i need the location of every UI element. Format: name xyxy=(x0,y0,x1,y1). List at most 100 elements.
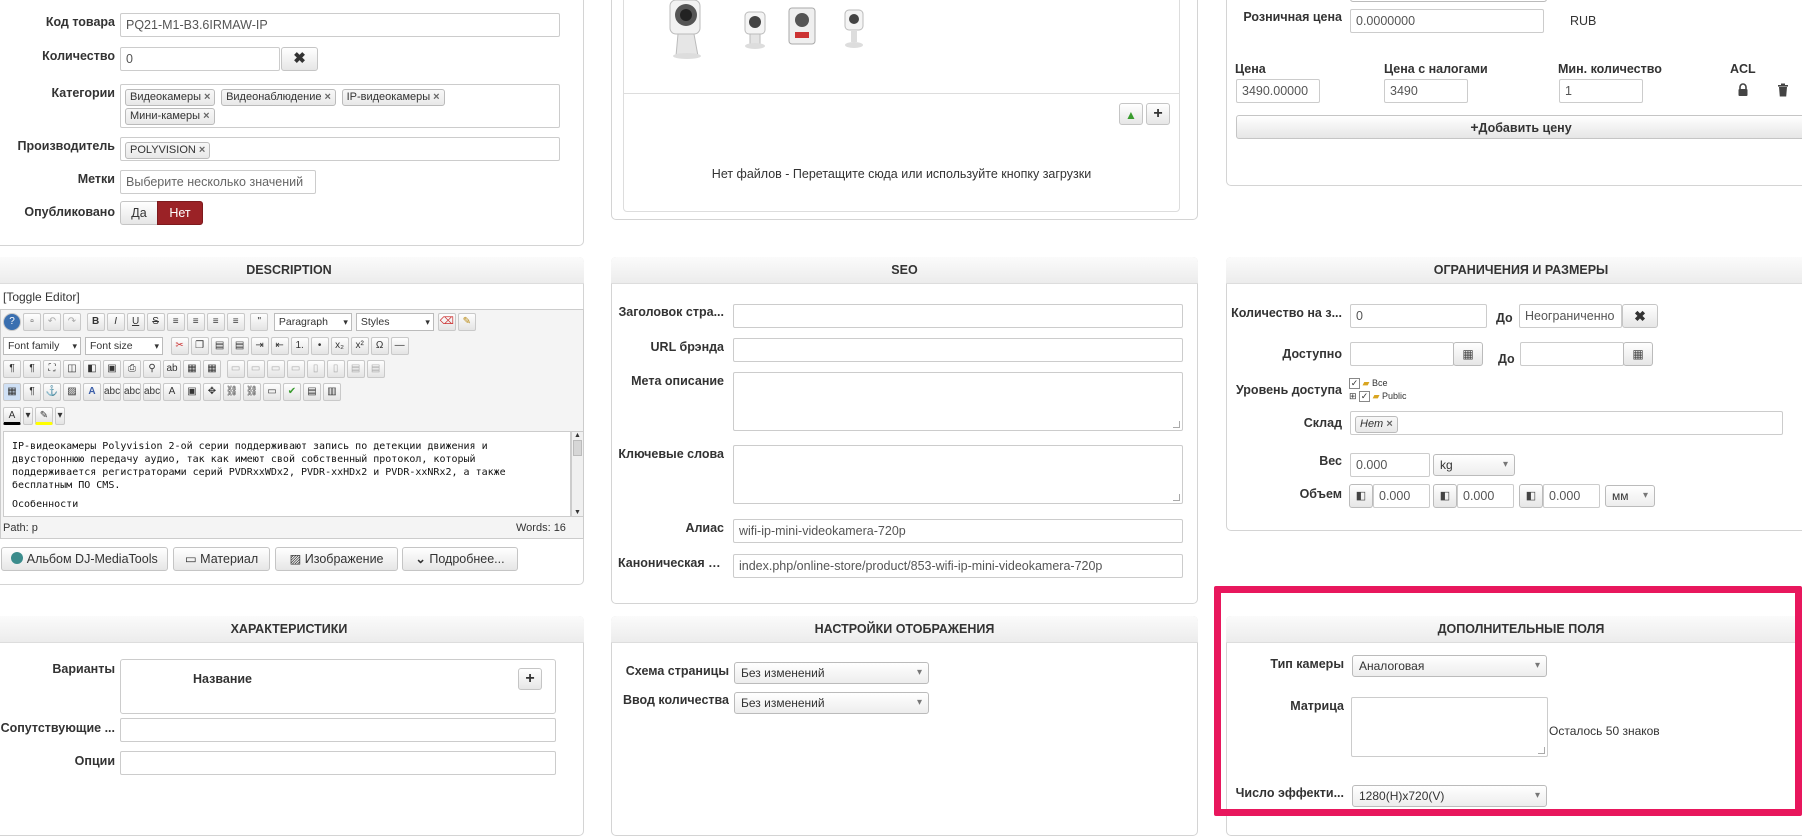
col-before-icon[interactable]: ▯ xyxy=(306,360,325,378)
remove-icon[interactable]: × xyxy=(433,91,439,103)
undo-icon[interactable]: ↶ xyxy=(43,313,61,331)
page-layout-select[interactable]: Без изменений xyxy=(734,662,929,684)
paint-icon[interactable]: ✎ xyxy=(457,313,476,331)
alias-input[interactable]: wifi-ip-mini-videokamera-720p xyxy=(733,519,1183,543)
order-qty-max-input[interactable]: Неограниченно xyxy=(1519,304,1622,328)
published-yes-button[interactable]: Да xyxy=(120,201,158,225)
paste-icon[interactable]: ▤ xyxy=(210,337,229,355)
clear-qty-button[interactable]: ✖ xyxy=(281,47,318,71)
editor-content-area[interactable]: IP-видеокамеры Polyvision 2-ой серии под… xyxy=(3,431,571,517)
font-a-icon[interactable]: A xyxy=(83,383,101,401)
font-family-select[interactable]: Font family ▾ xyxy=(3,337,81,355)
align-justify-icon[interactable]: ≡ xyxy=(166,313,185,331)
delete-table-icon[interactable]: ▦ xyxy=(203,360,221,378)
preview-icon[interactable]: ◧ xyxy=(83,360,101,378)
spell-icon[interactable]: abc xyxy=(103,383,121,401)
meta-description-textarea[interactable] xyxy=(733,372,1183,431)
category-tag[interactable]: Видеокамеры × xyxy=(125,89,216,106)
ltr-icon[interactable]: ¶ xyxy=(3,360,21,378)
link-icon[interactable]: ⛓ xyxy=(243,383,261,401)
paragraph-icon[interactable]: ¶ xyxy=(23,383,41,401)
chevron-down-icon[interactable]: ▾ xyxy=(55,407,65,425)
camera-image[interactable] xyxy=(664,0,708,60)
row-before-icon[interactable]: ▭ xyxy=(266,360,285,378)
quote-icon[interactable]: " xyxy=(250,313,269,331)
anchor-icon[interactable]: ⚓ xyxy=(43,383,61,401)
camera-type-select[interactable]: Аналоговая xyxy=(1352,655,1547,677)
tags-input[interactable]: Выберите несколько значений xyxy=(120,170,316,194)
access-row-public[interactable]: ⊞ ✓ ▰ Public xyxy=(1349,391,1407,402)
category-tag[interactable]: Видеонаблюдение × xyxy=(221,89,336,106)
align-left-icon[interactable]: ≡ xyxy=(206,313,225,331)
effective-pixels-select[interactable]: 1280(H)x720(V) xyxy=(1352,785,1547,807)
check-icon[interactable]: ✔ xyxy=(283,383,301,401)
remove-icon[interactable]: × xyxy=(203,110,209,122)
attribs-icon[interactable]: ▣ xyxy=(183,383,201,401)
clear-max-button[interactable]: ✖ xyxy=(1622,304,1658,328)
unordered-list-icon[interactable]: • xyxy=(310,337,329,355)
remove-icon[interactable]: × xyxy=(325,91,331,103)
brand-url-input[interactable] xyxy=(733,338,1183,362)
help-icon[interactable]: ? xyxy=(3,313,21,331)
omega-icon[interactable]: Ω xyxy=(370,337,389,355)
add-price-button[interactable]: +Добавить цену xyxy=(1236,115,1802,139)
cell-props-icon[interactable]: ▭ xyxy=(246,360,265,378)
strike-icon[interactable]: S xyxy=(146,313,165,331)
price-input[interactable]: 3490.00000 xyxy=(1236,79,1320,103)
checkbox-icon[interactable]: ✓ xyxy=(1349,378,1360,389)
paste-text-icon[interactable]: ▤ xyxy=(230,337,249,355)
template-icon[interactable]: ▣ xyxy=(103,360,121,378)
template-list-icon[interactable]: ▥ xyxy=(323,383,341,401)
remove-icon[interactable]: × xyxy=(204,91,210,103)
weight-input[interactable]: 0.000 xyxy=(1350,453,1430,477)
access-row-all[interactable]: ✓ ▰ Все xyxy=(1349,378,1407,389)
add-variant-button[interactable]: + xyxy=(518,668,542,690)
min-qty-input[interactable]: 1 xyxy=(1559,79,1643,103)
manufacturer-tag[interactable]: POLYVISION × xyxy=(125,142,211,159)
italic-icon[interactable]: I xyxy=(106,313,125,331)
underline-icon[interactable]: U xyxy=(126,313,145,331)
abbr-icon[interactable]: abc xyxy=(123,383,141,401)
canonical-input[interactable]: index.php/online-store/product/853-wifi-… xyxy=(733,554,1183,578)
read-more-button[interactable]: ⌄ Подробнее... xyxy=(402,547,518,571)
col-after-icon[interactable]: ▯ xyxy=(326,360,345,378)
editor-scrollbar[interactable]: ▲ ▼ xyxy=(571,431,584,517)
toggle-editor-link[interactable]: [Toggle Editor] xyxy=(3,290,80,304)
visual-aid-icon[interactable]: ▤ xyxy=(303,383,321,401)
available-to-input[interactable] xyxy=(1520,342,1624,366)
row-props-icon[interactable]: ▭ xyxy=(226,360,245,378)
price-tax-input[interactable]: 3490 xyxy=(1384,79,1468,103)
acronym-icon[interactable]: abc xyxy=(143,383,161,401)
copy-icon[interactable]: ❐ xyxy=(190,337,209,355)
dimension-unit-select[interactable]: мм xyxy=(1605,485,1655,507)
calendar-icon[interactable]: ▦ xyxy=(1453,342,1483,366)
camera-image[interactable] xyxy=(740,10,770,50)
sku-input[interactable]: PQ21-M1-B3.6IRMAW-IP xyxy=(120,13,560,37)
text-color-icon[interactable]: A xyxy=(3,407,21,425)
new-doc-icon[interactable]: ▫ xyxy=(23,313,41,331)
camera-image[interactable] xyxy=(786,6,818,48)
lock-icon[interactable] xyxy=(1736,83,1750,97)
upload-button[interactable]: ▲ xyxy=(1119,103,1143,125)
rtl-icon[interactable]: ¶ xyxy=(23,360,41,378)
published-no-button[interactable]: Нет xyxy=(157,201,203,225)
indent-icon[interactable]: ⇥ xyxy=(250,337,269,355)
keywords-textarea[interactable] xyxy=(733,445,1183,504)
scroll-down-icon[interactable]: ▼ xyxy=(572,509,583,516)
outdent-icon[interactable]: ⇤ xyxy=(270,337,289,355)
material-button[interactable]: ▭ Материал xyxy=(173,547,270,571)
hr-icon[interactable]: — xyxy=(390,337,409,355)
ordered-list-icon[interactable]: 1. xyxy=(290,337,309,355)
remove-icon[interactable]: × xyxy=(1386,418,1392,430)
width-input[interactable]: 0.000 xyxy=(1457,484,1514,508)
bold-icon[interactable]: B xyxy=(86,313,105,331)
unlink-icon[interactable]: ⛓ xyxy=(223,383,241,401)
replace-icon[interactable]: ab xyxy=(163,360,181,378)
chevron-down-icon[interactable]: ▾ xyxy=(23,407,33,425)
manufacturer-field[interactable]: POLYVISION × xyxy=(120,137,560,161)
options-input[interactable] xyxy=(120,751,556,775)
ins-icon[interactable]: A xyxy=(163,383,181,401)
qty-input-select[interactable]: Без изменений xyxy=(734,692,929,714)
trash-icon[interactable] xyxy=(1776,83,1790,97)
add-media-button[interactable]: + xyxy=(1146,103,1170,125)
